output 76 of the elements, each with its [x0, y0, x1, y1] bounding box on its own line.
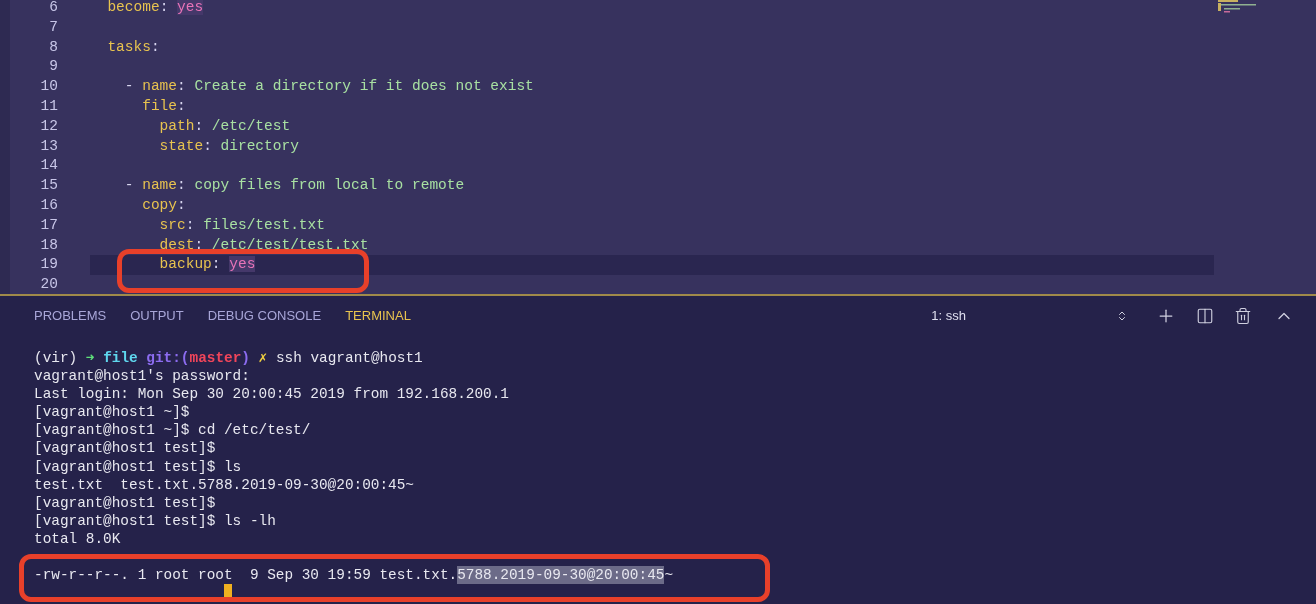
code-token: directory: [220, 137, 299, 154]
terminal-selector[interactable]: 1: ssh: [931, 306, 966, 326]
code-token: :: [150, 38, 160, 55]
code-token: :: [194, 236, 205, 253]
code-token: Create a directory if it does not exist: [194, 78, 534, 95]
terminal-text: ➜: [85, 349, 96, 368]
code-token: :: [194, 117, 205, 134]
code-token: -: [123, 78, 135, 95]
terminal-text: total 8.0K: [34, 529, 121, 549]
code-token: /etc/test/test.txt: [211, 236, 369, 253]
code-token: path: [158, 117, 195, 134]
line-number: 8: [48, 37, 58, 57]
code-token: become: [106, 0, 160, 15]
code-token: :: [211, 256, 222, 273]
terminal-text: Last login: Mon Sep 30 20:00:45 2019 from 192.168.200.1: [34, 385, 509, 404]
code-token: :: [203, 137, 213, 154]
code-token: copy files from local to remote: [194, 177, 465, 194]
line-number: 6: [48, 0, 58, 17]
terminal-text: file: [103, 349, 139, 368]
terminal-text: (vir): [34, 349, 79, 368]
terminal-text: 5788.2019-09-30@20:00:45: [457, 566, 665, 585]
split-icon[interactable]: [1196, 307, 1214, 325]
terminal-text: git:(: [146, 349, 190, 368]
terminal-text: [vagrant@host1 ~]$ cd /etc/test/: [34, 421, 311, 440]
terminal-text: [vagrant@host1 ~]$: [34, 403, 190, 422]
code-token: yes: [229, 256, 256, 273]
code-token: backup: [158, 256, 212, 273]
terminal-text: [vagrant@host1 test]$ ls -lh: [34, 511, 276, 530]
line-number: 7: [48, 17, 58, 37]
code-token: name: [142, 78, 178, 95]
code-token: state: [158, 137, 204, 154]
code-token: :: [177, 196, 186, 213]
line-number: 11: [39, 97, 58, 116]
code-token: :: [177, 78, 187, 95]
terminal-text: vagrant@host1's password:: [34, 367, 250, 386]
panel-tab[interactable]: DEBUG CONSOLE: [207, 306, 322, 326]
code-token: files/test.txt: [203, 216, 325, 233]
terminal-text: ): [241, 349, 250, 368]
terminal-text: -rw-r--r--. 1 root root 9 Sep 30 19:59 test.txt.: [34, 566, 458, 585]
line-number: 15: [39, 176, 58, 196]
line-number: 16: [39, 195, 58, 215]
panel-tab[interactable]: TERMINAL: [345, 306, 411, 326]
panel-tab[interactable]: OUTPUT: [130, 306, 184, 326]
terminal-text: ssh vagrant@host1: [275, 349, 423, 368]
code-token: dest: [158, 236, 195, 253]
dropdown-icon[interactable]: [1116, 310, 1128, 322]
line-number: 10: [39, 77, 58, 97]
code-token: file: [141, 98, 177, 114]
code-token: :: [185, 216, 196, 233]
terminal-text: [vagrant@host1 test]$: [34, 439, 216, 458]
terminal-text: ~: [664, 566, 674, 585]
line-number: 19: [39, 255, 58, 275]
trash-icon[interactable]: [1234, 307, 1252, 325]
code-token: :: [159, 0, 170, 15]
line-number: 12: [39, 116, 58, 136]
line-number: 14: [39, 156, 58, 176]
terminal-text: master: [189, 349, 242, 368]
terminal-text: [vagrant@host1 test]$ ls: [34, 457, 242, 476]
code-token: /etc/test: [211, 117, 291, 134]
terminal-text: ✗: [257, 349, 269, 368]
code-token: copy: [141, 196, 177, 213]
line-number: 20: [39, 275, 58, 295]
code-token: src: [158, 216, 186, 233]
terminal-text: test.txt test.txt.5788.2019-09-30@20:00:45~: [34, 475, 414, 494]
code-token: -: [123, 177, 135, 194]
code-token: yes: [177, 0, 204, 15]
terminal-text: [vagrant@host1 test]$: [34, 493, 216, 512]
code-token: :: [177, 177, 187, 194]
line-number: 13: [39, 136, 58, 156]
code-token: name: [142, 177, 178, 194]
line-number: 9: [48, 57, 58, 77]
line-number: 17: [39, 215, 58, 235]
line-number: 18: [39, 235, 58, 255]
panel-tab[interactable]: PROBLEMS: [34, 306, 107, 326]
code-token: tasks: [106, 38, 151, 55]
code-token: :: [177, 98, 186, 114]
